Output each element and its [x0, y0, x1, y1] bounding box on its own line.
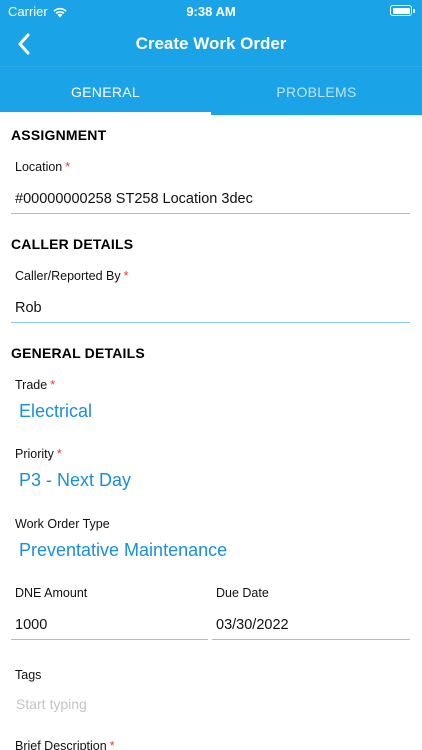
status-time: 9:38 AM — [186, 4, 236, 19]
required-marker: * — [65, 160, 71, 174]
section-assignment-title: ASSIGNMENT — [11, 127, 107, 143]
app-header: Carrier 9:38 AM Create Work Order GENERA… — [0, 0, 422, 115]
dne-amount-field[interactable]: 1000 — [15, 617, 47, 633]
page-title: Create Work Order — [135, 34, 287, 53]
form-content: ASSIGNMENT Location * #00000000258 ST258 … — [0, 115, 422, 750]
tab-bar: GENERAL PROBLEMS — [0, 66, 422, 115]
tab-problems[interactable]: PROBLEMS — [211, 67, 422, 115]
brief-description-label-text: Brief Description — [15, 739, 107, 750]
brief-description-label: Brief Description * — [15, 739, 115, 750]
location-field[interactable]: #00000000258 ST258 Location 3dec — [15, 191, 253, 207]
tags-label: Tags — [15, 668, 42, 682]
location-underline — [11, 213, 410, 214]
trade-select[interactable]: Electrical — [19, 401, 92, 422]
trade-label: Trade * — [15, 378, 55, 392]
tab-general[interactable]: GENERAL — [0, 67, 211, 115]
trade-label-text: Trade — [15, 378, 48, 392]
priority-label-text: Priority — [15, 447, 54, 461]
due-date-label: Due Date — [216, 586, 269, 600]
section-caller-title: CALLER DETAILS — [11, 236, 134, 252]
nav-bar: Create Work Order — [0, 22, 422, 66]
location-label-text: Location — [15, 160, 63, 174]
work-order-type-label: Work Order Type — [15, 517, 110, 531]
required-marker: * — [56, 447, 62, 461]
due-date-underline — [212, 639, 410, 640]
tags-input[interactable]: Start typing — [16, 696, 87, 712]
dne-amount-underline — [11, 639, 208, 640]
required-marker: * — [123, 269, 129, 283]
location-label: Location * — [15, 160, 70, 174]
due-date-field[interactable]: 03/30/2022 — [216, 617, 289, 633]
section-general-title: GENERAL DETAILS — [11, 345, 145, 361]
priority-select[interactable]: P3 - Next Day — [19, 470, 131, 491]
priority-label: Priority * — [15, 447, 62, 461]
dne-amount-label: DNE Amount — [15, 586, 88, 600]
caller-underline — [11, 322, 410, 323]
battery-icon — [390, 5, 415, 16]
caller-field[interactable]: Rob — [15, 300, 42, 316]
caller-label: Caller/Reported By * — [15, 269, 128, 283]
required-marker: * — [50, 378, 56, 392]
required-marker: * — [109, 739, 115, 750]
status-bar: Carrier 9:38 AM — [0, 0, 422, 22]
caller-label-text: Caller/Reported By — [15, 269, 121, 283]
work-order-type-select[interactable]: Preventative Maintenance — [19, 540, 227, 561]
